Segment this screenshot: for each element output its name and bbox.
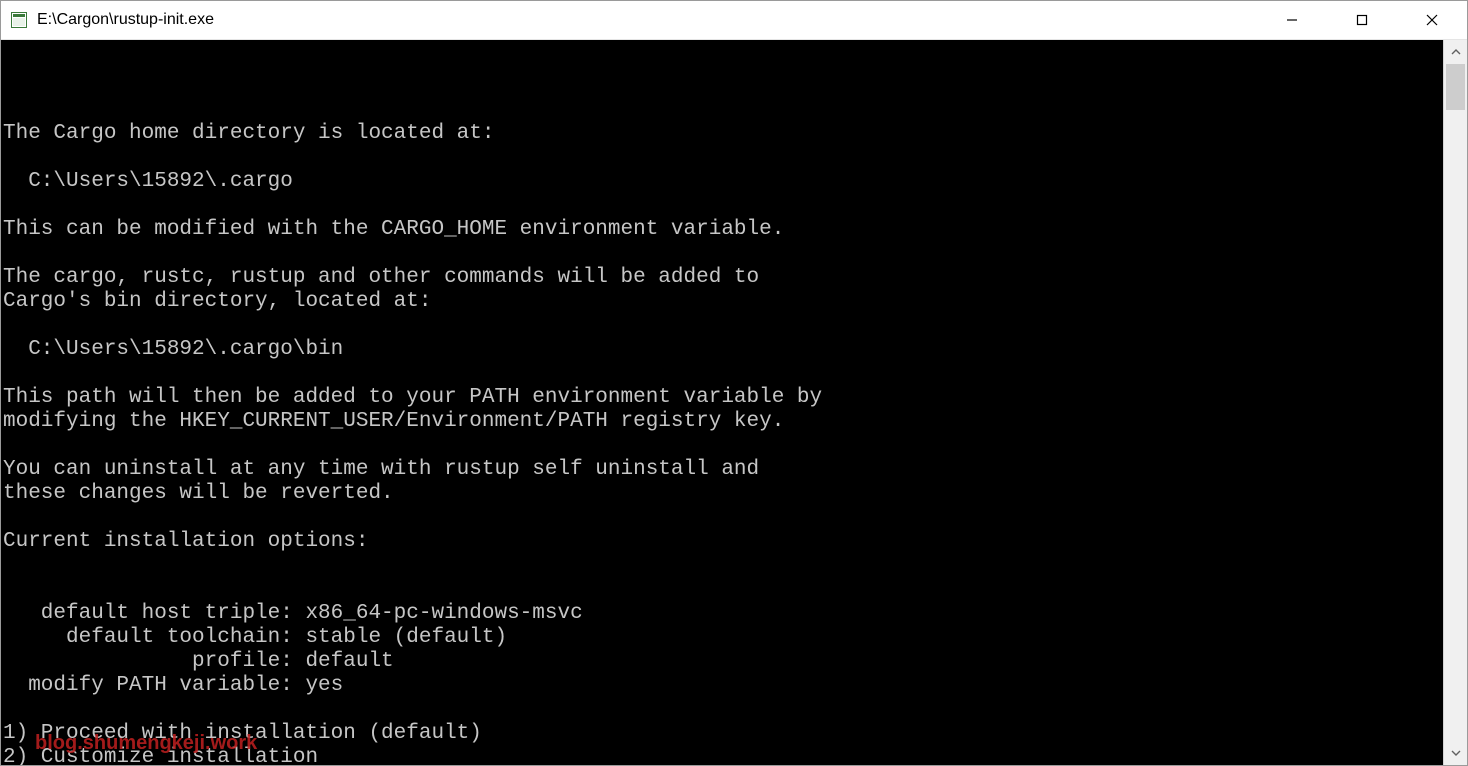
client-area: The Cargo home directory is located at: … xyxy=(1,40,1467,765)
terminal-line xyxy=(3,242,1441,266)
close-button[interactable] xyxy=(1397,1,1467,39)
terminal-line xyxy=(3,554,1441,578)
app-window: E:\Cargon\rustup-init.exe The Cargo home… xyxy=(0,0,1468,766)
scrollbar-thumb[interactable] xyxy=(1446,64,1465,110)
terminal-line: This can be modified with the CARGO_HOME… xyxy=(3,218,1441,242)
terminal-line xyxy=(3,146,1441,170)
window-controls xyxy=(1257,1,1467,39)
terminal-line: default host triple: x86_64-pc-windows-m… xyxy=(3,602,1441,626)
titlebar[interactable]: E:\Cargon\rustup-init.exe xyxy=(1,1,1467,40)
terminal-line: Current installation options: xyxy=(3,530,1441,554)
terminal-line: 1) Proceed with installation (default) xyxy=(3,722,1441,746)
terminal-line xyxy=(3,506,1441,530)
scroll-up-button[interactable] xyxy=(1444,40,1467,64)
terminal-line: This path will then be added to your PAT… xyxy=(3,386,1441,410)
terminal-line xyxy=(3,578,1441,602)
terminal-line: The cargo, rustc, rustup and other comma… xyxy=(3,266,1441,290)
terminal-line xyxy=(3,194,1441,218)
terminal-line: these changes will be reverted. xyxy=(3,482,1441,506)
terminal-line: Cargo's bin directory, located at: xyxy=(3,290,1441,314)
terminal-line xyxy=(3,362,1441,386)
terminal-line: C:\Users\15892\.cargo xyxy=(3,170,1441,194)
terminal-output[interactable]: The Cargo home directory is located at: … xyxy=(1,40,1443,765)
window-title: E:\Cargon\rustup-init.exe xyxy=(37,11,214,29)
maximize-button[interactable] xyxy=(1327,1,1397,39)
app-icon xyxy=(11,12,27,28)
terminal-line: modifying the HKEY_CURRENT_USER/Environm… xyxy=(3,410,1441,434)
terminal-line xyxy=(3,314,1441,338)
terminal-line: 2) Customize installation xyxy=(3,746,1441,765)
terminal-line: profile: default xyxy=(3,650,1441,674)
terminal-line xyxy=(3,434,1441,458)
terminal-line: default toolchain: stable (default) xyxy=(3,626,1441,650)
scroll-down-button[interactable] xyxy=(1444,741,1467,765)
terminal-line xyxy=(3,698,1441,722)
terminal-line: You can uninstall at any time with rustu… xyxy=(3,458,1441,482)
vertical-scrollbar[interactable] xyxy=(1443,40,1467,765)
terminal-line: C:\Users\15892\.cargo\bin xyxy=(3,338,1441,362)
scrollbar-track[interactable] xyxy=(1444,64,1467,741)
terminal-line: modify PATH variable: yes xyxy=(3,674,1441,698)
minimize-button[interactable] xyxy=(1257,1,1327,39)
terminal-line: The Cargo home directory is located at: xyxy=(3,122,1441,146)
